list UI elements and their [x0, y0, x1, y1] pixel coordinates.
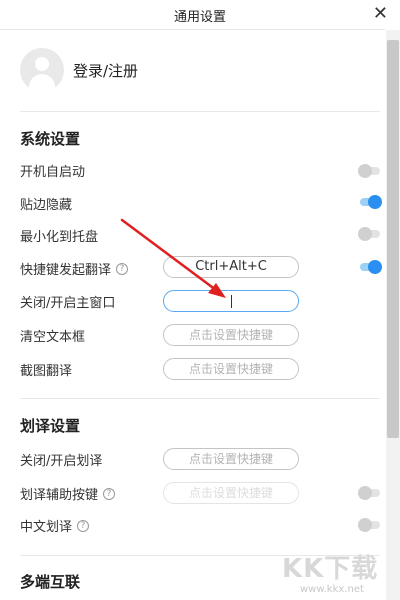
- selection-assist-key-field: 点击设置快捷键: [163, 482, 299, 504]
- clear-textbox-hotkey-field[interactable]: 点击设置快捷键: [163, 324, 299, 346]
- help-icon[interactable]: ?: [103, 487, 116, 500]
- toggle-knob: [368, 260, 382, 274]
- chinese-selection-label: 中文划译: [20, 520, 73, 535]
- help-icon[interactable]: ?: [77, 519, 90, 532]
- toggle-knob: [358, 518, 372, 532]
- toggle-knob: [368, 195, 382, 209]
- screenshot-translate-label: 截图翻译: [20, 364, 73, 379]
- hotkey-translate-toggle[interactable]: [360, 260, 382, 274]
- selection-assist-key-label: 划译辅助按键: [20, 488, 99, 503]
- hotkey-translate-row: 快捷键发起翻译 ?: [20, 259, 129, 278]
- hotkey-translate-label: 快捷键发起翻译: [20, 263, 112, 278]
- toggle-knob: [358, 227, 372, 241]
- autostart-toggle[interactable]: [358, 164, 380, 178]
- minimize-tray-toggle[interactable]: [358, 227, 380, 241]
- autostart-label: 开机自启动: [20, 165, 86, 180]
- title-bar: 通用设置 ✕: [0, 0, 400, 30]
- watermark-url: www.kkx.net: [300, 584, 364, 595]
- avatar-head: [35, 57, 49, 71]
- edge-hide-toggle[interactable]: [360, 195, 382, 209]
- edge-hide-label: 贴边隐藏: [20, 198, 73, 213]
- window-title: 通用设置: [173, 10, 226, 25]
- avatar[interactable]: [20, 48, 64, 92]
- toggle-knob: [358, 486, 372, 500]
- clear-textbox-label: 清空文本框: [20, 330, 86, 345]
- minimize-tray-label: 最小化到托盘: [20, 230, 99, 245]
- toggle-selection-label: 关闭/开启划译: [20, 454, 103, 469]
- close-icon[interactable]: ✕: [373, 4, 388, 24]
- help-icon[interactable]: ?: [116, 262, 129, 275]
- watermark-logo: KK下载: [282, 554, 379, 584]
- selection-assist-key-toggle[interactable]: [358, 486, 380, 500]
- toggle-main-window-label: 关闭/开启主窗口: [20, 296, 116, 311]
- selection-settings-title: 划译设置: [20, 417, 81, 435]
- login-register-link[interactable]: 登录/注册: [73, 60, 138, 81]
- avatar-shoulders: [29, 74, 55, 92]
- section-divider: [20, 398, 380, 399]
- section-divider: [20, 111, 380, 112]
- multi-device-title: 多端互联: [20, 573, 81, 591]
- selection-assist-key-row: 划译辅助按键 ?: [20, 484, 116, 503]
- title-divider: [0, 29, 385, 30]
- system-settings-title: 系统设置: [20, 130, 81, 148]
- hotkey-translate-field[interactable]: Ctrl+Alt+C: [163, 256, 299, 278]
- screenshot-translate-hotkey-field[interactable]: 点击设置快捷键: [163, 358, 299, 380]
- toggle-knob: [358, 164, 372, 178]
- scrollbar-thumb[interactable]: [387, 40, 399, 438]
- chinese-selection-toggle[interactable]: [358, 518, 380, 532]
- chinese-selection-row: 中文划译 ?: [20, 516, 90, 535]
- toggle-selection-hotkey-field[interactable]: 点击设置快捷键: [163, 448, 299, 470]
- account-login[interactable]: 登录/注册: [20, 48, 138, 92]
- text-caret: [231, 295, 232, 308]
